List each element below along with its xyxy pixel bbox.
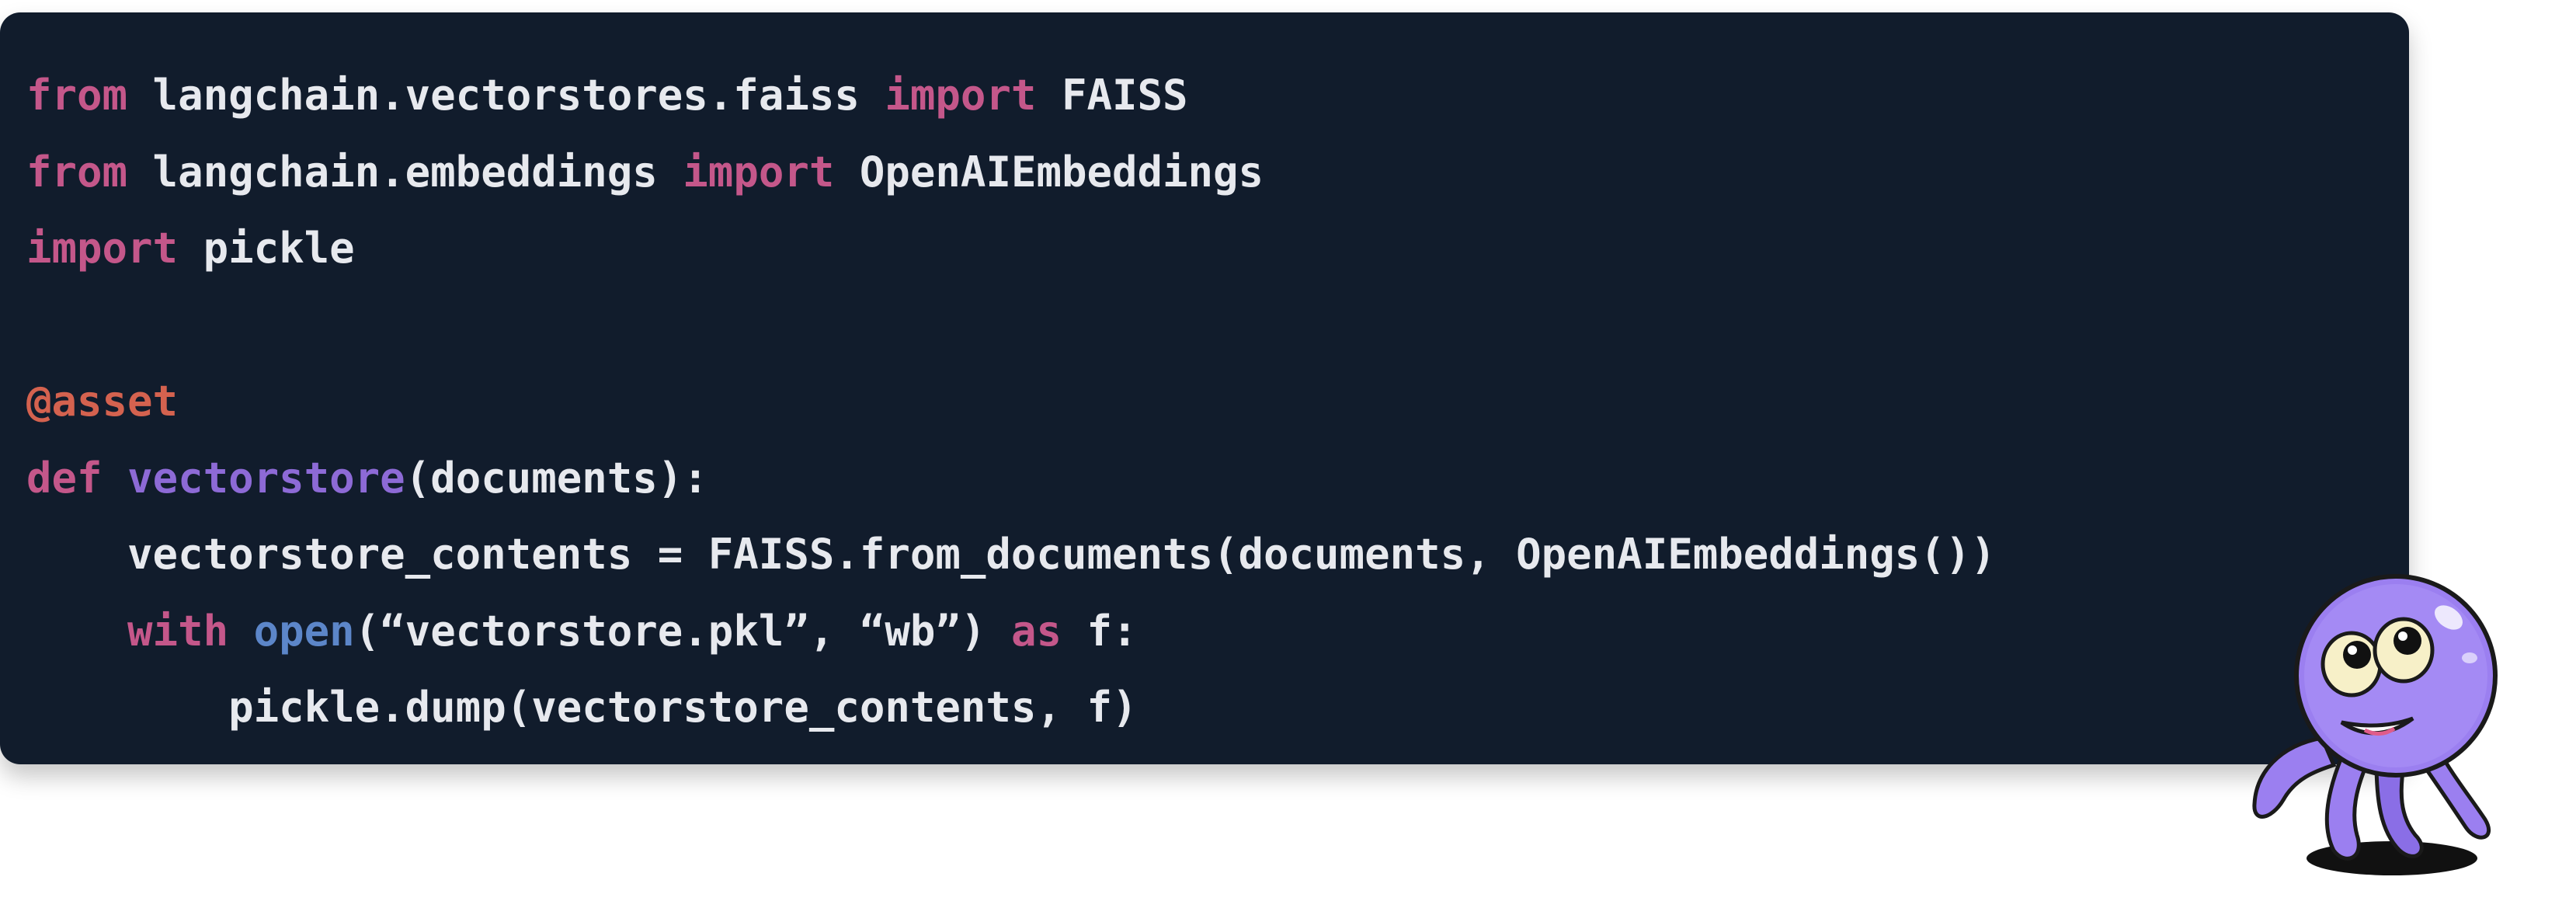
code-line: import pickle xyxy=(26,210,1996,287)
code-token: @asset xyxy=(26,377,179,426)
code-token: import xyxy=(885,71,1037,120)
code-content: from langchain.vectorstores.faiss import… xyxy=(26,57,1996,746)
code-token: FAISS xyxy=(1036,71,1188,120)
code-token: def xyxy=(26,453,103,503)
code-line: from langchain.embeddings import OpenAIE… xyxy=(26,134,1996,211)
code-token: langchain.vectorstores.faiss xyxy=(127,71,885,120)
code-token: vectorstore_contents = FAISS.from_docume… xyxy=(26,530,1996,579)
code-token: vectorstore xyxy=(127,453,405,503)
code-token: import xyxy=(26,224,179,273)
code-token: (documents): xyxy=(405,453,708,503)
code-token: from xyxy=(26,71,128,120)
code-token: as xyxy=(1010,606,1062,656)
code-line: pickle.dump(vectorstore_contents, f) xyxy=(26,670,1996,746)
code-line: def vectorstore(documents): xyxy=(26,440,1996,517)
code-token: pickle.dump(vectorstore_contents, f) xyxy=(26,683,1138,732)
code-line: with open(“vectorstore.pkl”, “wb”) as f: xyxy=(26,593,1996,670)
code-token: (“vectorstore.pkl”, “wb”) xyxy=(354,606,1011,656)
code-token: with xyxy=(127,606,229,656)
code-block: from langchain.vectorstores.faiss import… xyxy=(0,12,2409,764)
code-token: pickle xyxy=(178,224,355,273)
code-token: f: xyxy=(1061,606,1138,656)
code-token: OpenAIEmbeddings xyxy=(834,147,1264,197)
octopus-mascot-icon xyxy=(2252,574,2498,875)
code-line: from langchain.vectorstores.faiss import… xyxy=(26,57,1996,134)
code-token: from xyxy=(26,147,128,197)
code-token: open xyxy=(253,606,355,656)
code-token: langchain.embeddings xyxy=(127,147,683,197)
code-token: import xyxy=(683,147,835,197)
code-line: vectorstore_contents = FAISS.from_docume… xyxy=(26,517,1996,593)
code-line: @asset xyxy=(26,364,1996,440)
page: from langchain.vectorstores.faiss import… xyxy=(0,0,2576,915)
